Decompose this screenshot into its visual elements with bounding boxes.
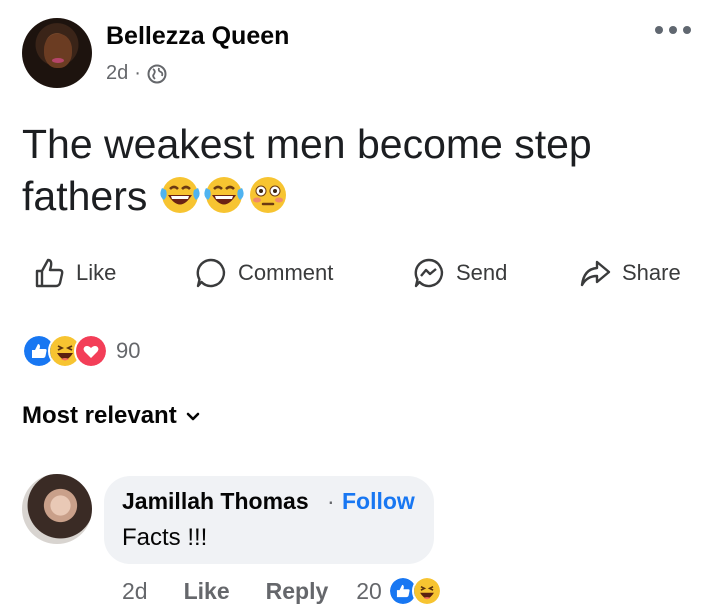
comment-button[interactable]: Comment <box>194 256 333 290</box>
comment-text: Facts !!! <box>122 524 208 551</box>
globe-icon <box>147 64 167 83</box>
sort-label: Most relevant <box>22 402 177 429</box>
share-button[interactable]: Share <box>578 256 681 290</box>
post-time[interactable]: 2d <box>106 62 128 85</box>
share-label: Share <box>622 260 681 285</box>
comment-separator: · <box>327 488 335 514</box>
speech-bubble-icon <box>196 258 226 288</box>
commenter-avatar[interactable] <box>22 474 92 544</box>
more-dot-icon <box>669 26 677 34</box>
flushed-face-icon <box>249 177 286 213</box>
face-with-tears-of-joy-icon <box>160 177 200 213</box>
comment-meta: 2d Like Reply 20 <box>122 576 442 606</box>
commenter-name[interactable]: Jamillah Thomas <box>122 488 309 515</box>
comment-time[interactable]: 2d <box>122 578 148 605</box>
comment-label: Comment <box>238 260 334 285</box>
reaction-summary[interactable]: 90 <box>22 334 140 368</box>
more-dot-icon <box>655 26 663 34</box>
face-with-tears-of-joy-icon <box>204 177 244 213</box>
comment-reaction-count[interactable]: 20 <box>356 578 382 605</box>
post-author-name[interactable]: Bellezza Queen <box>106 22 289 51</box>
reaction-count[interactable]: 90 <box>116 338 140 364</box>
post-action-bar: Like Comment Send Share <box>0 256 720 300</box>
comment-sort-dropdown[interactable]: Most relevant <box>22 402 201 430</box>
chevron-down-icon <box>186 412 200 421</box>
avatar-lips <box>52 58 64 63</box>
author-avatar[interactable] <box>22 18 92 88</box>
more-options-button[interactable] <box>655 26 691 34</box>
share-arrow-icon <box>580 260 611 287</box>
send-button[interactable]: Send <box>412 256 507 290</box>
post-meta: 2d · <box>106 62 167 85</box>
haha-reaction-icon <box>411 576 442 606</box>
thumbs-up-icon <box>35 258 64 288</box>
follow-button[interactable]: Follow <box>342 488 415 515</box>
meta-separator: · <box>134 62 141 84</box>
send-label: Send <box>456 260 508 285</box>
love-reaction-icon <box>74 334 108 368</box>
comment-reply-button[interactable]: Reply <box>266 578 329 605</box>
comment-like-button[interactable]: Like <box>184 578 230 605</box>
more-dot-icon <box>683 26 691 34</box>
post-text-content: The weakest men become step fathers <box>22 121 592 219</box>
like-label: Like <box>76 260 117 285</box>
like-button[interactable]: Like <box>32 256 116 290</box>
messenger-icon <box>414 258 444 288</box>
post-text: The weakest men become step fathers <box>22 118 682 222</box>
